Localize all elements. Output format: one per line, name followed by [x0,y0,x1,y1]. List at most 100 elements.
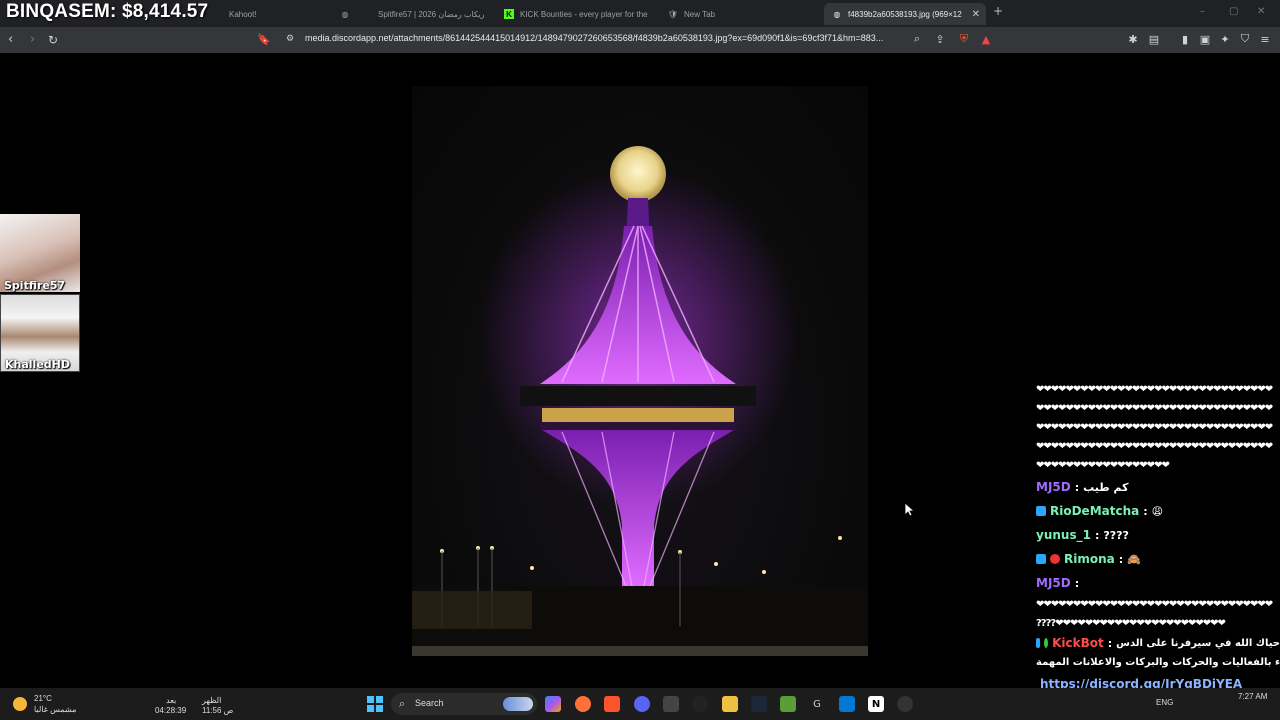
app-icon[interactable] [663,696,679,712]
discord-icon[interactable] [634,696,650,712]
chat-username: RioDeMatcha [1050,504,1140,518]
chat-message: MJ5D : [1036,576,1080,590]
system-clock[interactable]: 7:27 AM [1238,692,1267,702]
chat-username: MJ5D [1036,576,1071,590]
brave-rewards-icon[interactable]: ▲ [979,32,993,46]
stream-chat-overlay: ❤❤❤❤❤❤❤❤❤❤❤❤❤❤❤❤❤❤❤❤❤❤❤❤❤❤❤❤❤❤❤❤ ❤❤❤❤❤❤❤… [1036,380,1280,712]
stream-balance-overlay: BINQASEM: $8,414.57 [6,1,209,22]
windows-taskbar: 21°C مشمس غالبا بعد 04:28:39 الظهر 11:56… [0,688,1280,720]
firefox-icon[interactable] [575,696,591,712]
bookmark-icon[interactable]: 🔖 [257,32,271,46]
address-bar[interactable]: media.discordapp.net/attachments/8614425… [305,33,883,43]
chat-message-bot: KickBot : حياك الله في سيرفرنا على الدس [1036,633,1280,653]
obs-icon[interactable] [692,696,708,712]
minimize-icon[interactable]: – [1200,6,1205,17]
chat-spam-line: ❤❤❤❤❤❤❤❤❤❤❤❤❤❤❤❤❤❤❤❤❤❤❤❤❤❤❤❤❤❤❤❤ [1036,384,1273,395]
chat-message: Rimona : 🙈 [1036,547,1280,571]
globe-icon: ◍ [341,9,349,19]
taskbar-search[interactable]: ⌕ Search [391,693,537,715]
chat-username: KickBot [1052,636,1104,650]
chat-spam-line: ❤❤❤❤❤❤❤❤❤❤❤❤❤❤❤❤❤❤❤❤❤❤❤❤❤❤❤❤❤❤❤❤ [1036,403,1273,414]
share-icon[interactable]: ⇪ [933,32,947,46]
moderator-badge-icon [1036,554,1046,564]
file-explorer-icon[interactable] [722,696,738,712]
globe-icon: ◍ [833,9,841,19]
chat-message: RioDeMatcha : 😩 [1036,499,1280,523]
tower-photo [412,146,868,656]
chat-username: MJ5D [1036,480,1071,494]
kahoot-icon [213,9,223,19]
language-indicator[interactable]: ENG [1156,698,1173,708]
close-window-icon[interactable]: ✕ [1257,6,1265,17]
tab-label: New Tab [684,9,715,19]
chat-spam-line: ❤❤❤❤❤❤❤❤❤❤❤❤❤❤❤❤❤❤❤❤❤❤❤❤❤❤❤❤❤❤❤❤ [1036,441,1273,452]
weather-temp: 21°C [34,694,52,703]
recording-app-icon[interactable] [897,696,913,712]
prayer-label: الظهر [202,696,222,705]
vpn-icon[interactable]: ⛉ [1238,32,1252,46]
chat-spam-line: ????❤❤❤❤❤❤❤❤❤❤❤❤❤❤❤❤❤❤❤❤❤❤❤ [1036,618,1226,629]
reload-icon[interactable]: ↻ [48,32,58,48]
tab-spitfire[interactable]: ◍ Spitfire57 | 2026 ريكاب رمضان [332,3,492,25]
webcam-spitfire: Spitfire57 [0,214,80,292]
sidebar-icon[interactable]: ▮ [1178,32,1192,46]
vscode-icon[interactable] [839,696,855,712]
chat-message: MJ5D : كم طيب [1036,480,1129,494]
chat-username: Rimona [1064,552,1115,566]
webcam-khalled: KhalledHD [0,294,80,372]
browser-tab-strip: BINQASEM: $8,414.57 Kahoot! ◍ Spitfire57… [0,0,1280,27]
zoom-icon[interactable]: ⌕ [910,32,924,46]
gift-badge-icon [1050,554,1060,564]
tab-kick-bounties[interactable]: K KICK Bounties - every player for the [496,3,656,25]
chat-text: ???? [1103,528,1129,542]
brave-icon: 🛡 [667,9,679,19]
kick-icon: K [504,9,514,19]
chat-text: 🙈 [1127,552,1141,566]
maximize-icon[interactable]: ▢ [1229,6,1238,17]
new-tab-icon[interactable]: + [993,4,1003,18]
notion-icon[interactable]: N [868,696,884,712]
tab-search-icon[interactable]: ▤ [1147,32,1161,46]
extensions-icon[interactable]: ✱ [1126,32,1140,46]
leo-ai-icon[interactable]: ✦ [1218,32,1232,46]
tab-label: f4839b2a60538193.jpg (969×12 [848,9,962,19]
tab-new-tab[interactable]: 🛡 New Tab [660,3,820,25]
chat-spam-line: ❤❤❤❤❤❤❤❤❤❤❤❤❤❤❤❤❤❤❤❤❤❤❤❤❤❤❤❤❤❤❤❤ [1036,422,1273,433]
tab-image-active[interactable]: ◍ f4839b2a60538193.jpg (969×12 ✕ [824,3,986,25]
brave-icon[interactable] [604,696,620,712]
tab-label: Kahoot! [229,9,257,19]
chat-text: المليء بالفعاليات والحركات والبركات والا… [1036,657,1280,668]
search-highlight-icon [503,697,533,711]
timer-value: 04:28:39 [155,706,187,715]
steam-icon[interactable] [751,696,767,712]
minecraft-icon[interactable] [780,696,796,712]
chat-username: yunus_1 [1036,528,1091,542]
chat-spam-line: ❤❤❤❤❤❤❤❤❤❤❤❤❤❤❤❤❤❤ [1036,460,1170,471]
weather-sun-icon[interactable] [13,697,27,711]
brave-shields-icon[interactable]: ⛨ [957,32,971,46]
search-label: Search [415,698,444,708]
tab-label: KICK Bounties - every player for the [520,9,648,19]
search-icon: ⌕ [399,697,406,710]
wallet-icon[interactable]: ▣ [1198,32,1212,46]
tab-label: Spitfire57 | 2026 ريكاب رمضان [378,9,485,19]
address-toolbar: ‹ › ↻ 🔖 ⚙ media.discordapp.net/attachmen… [0,27,1280,53]
prayer-time: 11:56 ص [202,706,234,715]
tab-kahoot[interactable]: Kahoot! [205,3,325,25]
site-info-icon[interactable]: ⚙ [283,32,297,46]
viewed-image [412,86,868,656]
menu-icon[interactable]: ≡ [1258,32,1272,46]
close-tab-icon[interactable]: ✕ [972,9,980,20]
webcam-label: Spitfire57 [4,279,66,292]
forward-icon[interactable]: › [30,32,35,48]
chat-text: حياك الله في سيرفرنا على الدس [1116,637,1280,649]
subscriber-badge-icon [1036,506,1046,516]
app-g-icon[interactable]: G [809,696,825,712]
weather-desc: مشمس غالبا [34,705,77,714]
chat-text: 😩 [1151,504,1164,518]
back-icon[interactable]: ‹ [8,32,13,48]
copilot-icon[interactable] [545,696,561,712]
windows-start-icon[interactable] [367,696,383,712]
chat-message: yunus_1 : ???? [1036,528,1129,542]
moderator-badge-icon [1036,638,1041,648]
